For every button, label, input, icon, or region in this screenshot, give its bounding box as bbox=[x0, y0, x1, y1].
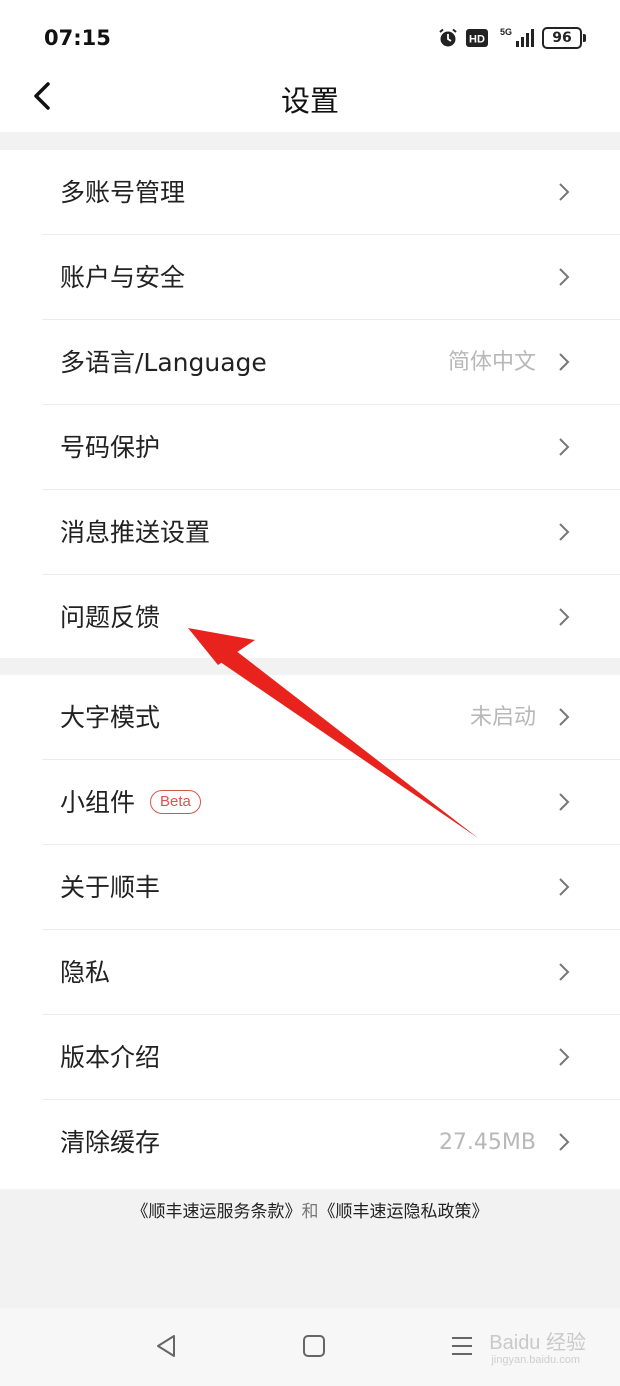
setting-label: 消息推送设置 bbox=[60, 518, 211, 547]
header: 设置 bbox=[0, 70, 620, 132]
setting-label: 清除缓存 bbox=[60, 1128, 161, 1157]
watermark-url: jingyan.baidu.com bbox=[491, 1354, 580, 1366]
chevron-right-icon bbox=[559, 878, 570, 896]
setting-row-multi-account[interactable]: 多账号管理 bbox=[0, 150, 620, 235]
page-title: 设置 bbox=[280, 84, 339, 118]
setting-row-version-intro[interactable]: 版本介绍 bbox=[0, 1015, 620, 1100]
battery-icon: 96 bbox=[542, 27, 586, 49]
alarm-clock-icon bbox=[438, 28, 458, 48]
chevron-right-icon bbox=[559, 438, 570, 456]
chevron-right-icon bbox=[559, 1133, 570, 1151]
hd-icon-label: HD bbox=[469, 34, 485, 46]
setting-row-widget[interactable]: 小组件 Beta bbox=[0, 760, 620, 845]
setting-label: 号码保护 bbox=[60, 433, 161, 462]
footer-connector: 和 bbox=[301, 1202, 319, 1222]
terms-link[interactable]: 《顺丰速运服务条款》 bbox=[132, 1202, 302, 1222]
setting-row-push-notifications[interactable]: 消息推送设置 bbox=[0, 490, 620, 575]
chevron-right-icon bbox=[559, 1048, 570, 1066]
setting-label: 版本介绍 bbox=[60, 1043, 161, 1072]
chevron-right-icon bbox=[559, 523, 570, 541]
settings-group-2: 大字模式 未启动 小组件 Beta 关于顺丰 隐私 版本介绍 清除缓存 27.4… bbox=[0, 675, 620, 1189]
setting-label: 小组件 bbox=[60, 788, 136, 817]
setting-row-number-protection[interactable]: 号码保护 bbox=[0, 405, 620, 490]
status-icons: HD 5G 96 bbox=[438, 26, 586, 50]
menu-lines-icon[interactable] bbox=[448, 1332, 476, 1360]
setting-row-language[interactable]: 多语言/Language 简体中文 bbox=[0, 320, 620, 405]
chevron-right-icon bbox=[559, 183, 570, 201]
setting-row-privacy[interactable]: 隐私 bbox=[0, 930, 620, 1015]
triangle-back-icon[interactable] bbox=[152, 1332, 180, 1360]
chevron-right-icon bbox=[559, 268, 570, 286]
chevron-right-icon bbox=[559, 608, 570, 626]
setting-label: 关于顺丰 bbox=[60, 873, 161, 902]
setting-value: 未启动 bbox=[469, 705, 536, 730]
settings-group-1: 多账号管理 账户与安全 多语言/Language 简体中文 号码保护 消息推送设… bbox=[0, 150, 620, 658]
chevron-right-icon bbox=[559, 793, 570, 811]
setting-row-large-font[interactable]: 大字模式 未启动 bbox=[0, 675, 620, 760]
setting-label: 多语言/Language bbox=[60, 348, 267, 377]
setting-label: 大字模式 bbox=[60, 703, 161, 732]
setting-value: 27.45MB bbox=[438, 1130, 536, 1155]
setting-row-feedback[interactable]: 问题反馈 bbox=[0, 575, 620, 660]
setting-value: 简体中文 bbox=[447, 350, 536, 375]
setting-label: 问题反馈 bbox=[60, 603, 161, 632]
signal-5g-icon: 5G bbox=[496, 27, 534, 49]
beta-badge: Beta bbox=[150, 790, 201, 814]
watermark-text: Baidu 经验 bbox=[489, 1332, 586, 1354]
setting-row-clear-cache[interactable]: 清除缓存 27.45MB bbox=[0, 1100, 620, 1185]
chevron-right-icon bbox=[559, 963, 570, 981]
chevron-right-icon bbox=[559, 708, 570, 726]
status-time: 07:15 bbox=[44, 26, 111, 50]
hd-icon: HD bbox=[466, 29, 488, 47]
chevron-right-icon bbox=[559, 353, 570, 371]
square-home-icon[interactable] bbox=[300, 1332, 328, 1360]
footer-links: 《顺丰速运服务条款》和《顺丰速运隐私政策》 bbox=[0, 1197, 620, 1222]
privacy-policy-link[interactable]: 《顺丰速运隐私政策》 bbox=[319, 1202, 489, 1222]
setting-label: 账户与安全 bbox=[60, 263, 186, 292]
setting-row-account-security[interactable]: 账户与安全 bbox=[0, 235, 620, 320]
setting-row-about[interactable]: 关于顺丰 bbox=[0, 845, 620, 930]
setting-label: 隐私 bbox=[60, 958, 111, 987]
status-bar: 07:15 HD 5G 96 bbox=[0, 0, 620, 70]
network-type-label: 5G bbox=[500, 27, 512, 37]
setting-label: 多账号管理 bbox=[60, 178, 186, 207]
